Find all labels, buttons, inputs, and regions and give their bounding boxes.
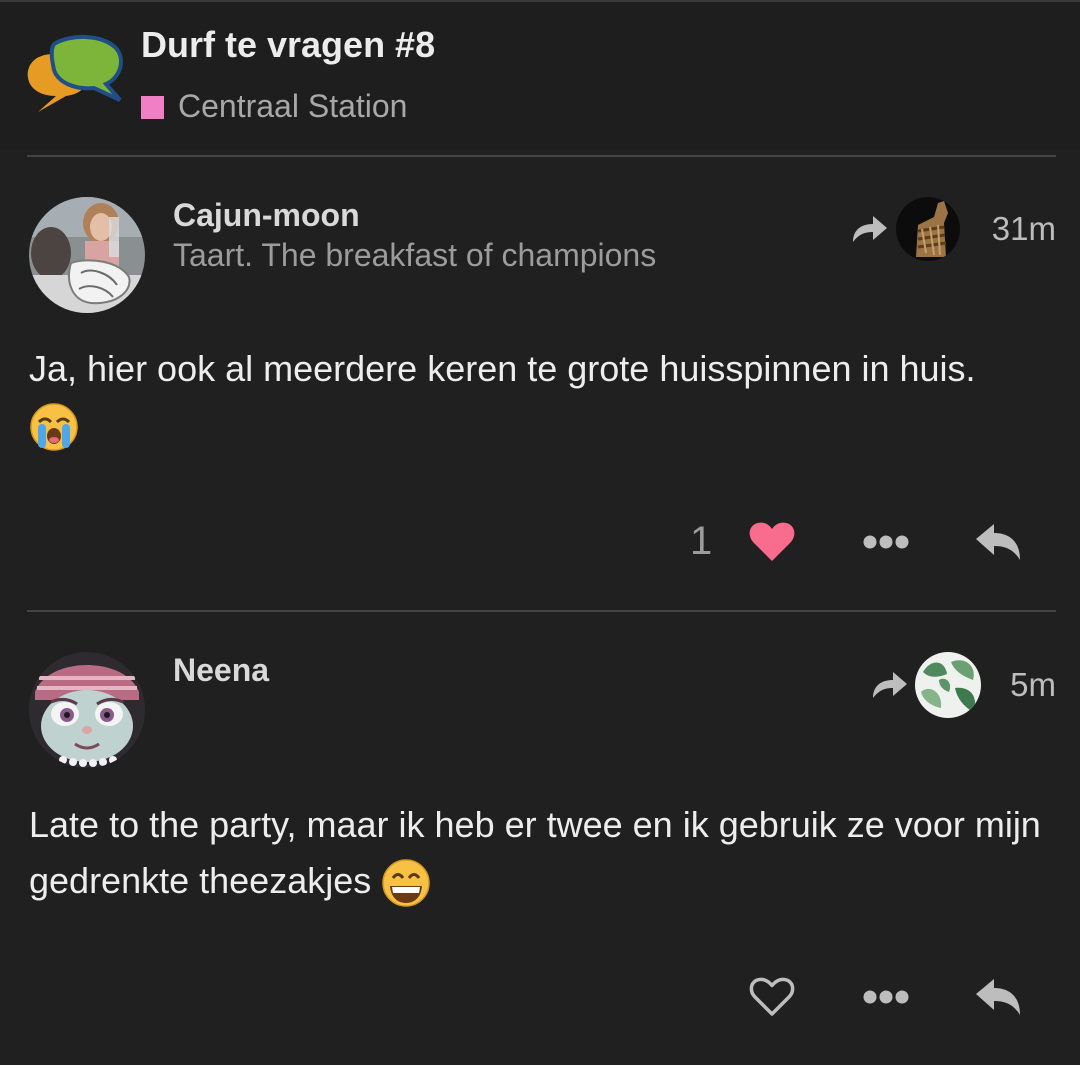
reply-button[interactable]: [968, 516, 1028, 568]
avatar[interactable]: [29, 652, 145, 768]
post-body: Ja, hier ook al meerdere keren te grote …: [29, 341, 1069, 453]
more-actions-button[interactable]: [856, 516, 916, 568]
ellipsis-icon: [863, 990, 909, 1004]
heart-outline-icon: [749, 977, 795, 1016]
site-logo[interactable]: [24, 32, 124, 118]
reply-button[interactable]: [968, 971, 1028, 1023]
crying-face-emoji-icon: [30, 403, 78, 452]
reply-icon: [976, 524, 1020, 560]
ellipsis-icon: [863, 535, 909, 549]
avatar-image: [29, 197, 145, 313]
reply-icon: [976, 979, 1020, 1015]
category-name[interactable]: Centraal Station: [178, 88, 407, 125]
like-button[interactable]: [742, 971, 802, 1023]
heart-filled-icon: [749, 522, 795, 561]
username[interactable]: Neena: [173, 652, 269, 689]
category-color-badge: [141, 96, 164, 119]
post-body: Late to the party, maar ik heb er twee e…: [29, 797, 1069, 909]
reply-to-avatar[interactable]: [896, 197, 960, 261]
reply-to-avatar-image: [896, 197, 960, 261]
post: Cajun-moon Taart. The breakfast of champ…: [0, 157, 1080, 611]
grinning-face-emoji-icon: [382, 859, 430, 908]
post-text: Ja, hier ook al meerdere keren te grote …: [29, 348, 976, 389]
user-title: Taart. The breakfast of champions: [173, 237, 657, 273]
topic-title[interactable]: Durf te vragen #8: [141, 24, 435, 66]
post-text: Late to the party, maar ik heb er twee e…: [29, 804, 1041, 901]
reply-to-icon[interactable]: [871, 670, 909, 700]
username[interactable]: Cajun-moon: [173, 197, 360, 234]
post-time[interactable]: 31m: [970, 210, 1056, 248]
reply-to-icon[interactable]: [851, 214, 889, 244]
more-actions-button[interactable]: [856, 971, 916, 1023]
post-time[interactable]: 5m: [970, 666, 1056, 704]
post: Neena 5m Late to the party, maar ik heb …: [0, 612, 1080, 1065]
topic-header: Durf te vragen #8 Centraal Station: [0, 2, 1080, 150]
avatar-image: [29, 652, 145, 768]
like-count[interactable]: 1: [690, 519, 712, 564]
avatar[interactable]: [29, 197, 145, 313]
like-button[interactable]: [742, 516, 802, 568]
